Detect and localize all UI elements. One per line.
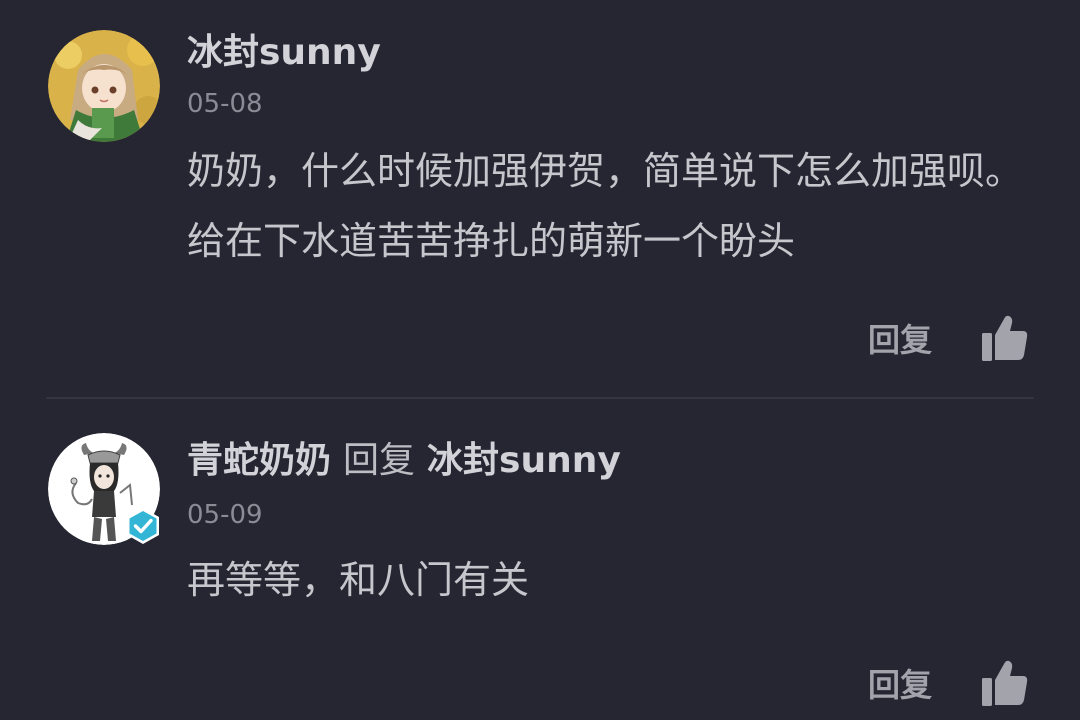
comment-date: 05-09 — [187, 500, 263, 530]
comment-thread: 冰封sunny 05-08 奶奶，什么时候加强伊贺，简单说下怎么加强呗。给在下水… — [0, 0, 1080, 720]
comment-content: 奶奶，什么时候加强伊贺，简单说下怎么加强呗。给在下水道苦苦挣扎的萌新一个盼头 — [187, 149, 1024, 263]
reply-to-label: 回复 — [343, 440, 416, 481]
anime-girl-avatar-icon — [48, 30, 160, 142]
author-name[interactable]: 青蛇奶奶 — [187, 440, 331, 481]
reply-target-name[interactable]: 冰封sunny — [427, 440, 621, 481]
author-line: 青蛇奶奶 回复 冰封sunny — [187, 436, 621, 486]
comment-date: 05-08 — [187, 89, 263, 119]
verified-badge-icon — [127, 508, 159, 544]
thumbs-up-icon — [982, 660, 1028, 706]
avatar[interactable] — [48, 433, 160, 545]
avatar[interactable] — [48, 30, 160, 142]
reply-button[interactable]: 回复 — [868, 660, 932, 706]
author-name[interactable]: 冰封sunny — [187, 32, 381, 73]
comment-content: 再等等，和八门有关 — [187, 558, 530, 602]
author-line: 冰封sunny — [187, 28, 381, 78]
reply-button[interactable]: 回复 — [868, 315, 932, 361]
comment-item: 冰封sunny 05-08 奶奶，什么时候加强伊贺，简单说下怎么加强呗。给在下水… — [0, 0, 1080, 398]
comment-item: 青蛇奶奶 回复 冰封sunny 05-09 再等等，和八门有关 回复 — [0, 400, 1080, 720]
divider — [46, 397, 1034, 399]
comment-actions: 回复 — [868, 658, 1030, 708]
thumbs-up-icon — [982, 315, 1028, 361]
like-button[interactable] — [980, 313, 1030, 363]
like-button[interactable] — [980, 658, 1030, 708]
comment-actions: 回复 — [868, 313, 1030, 363]
